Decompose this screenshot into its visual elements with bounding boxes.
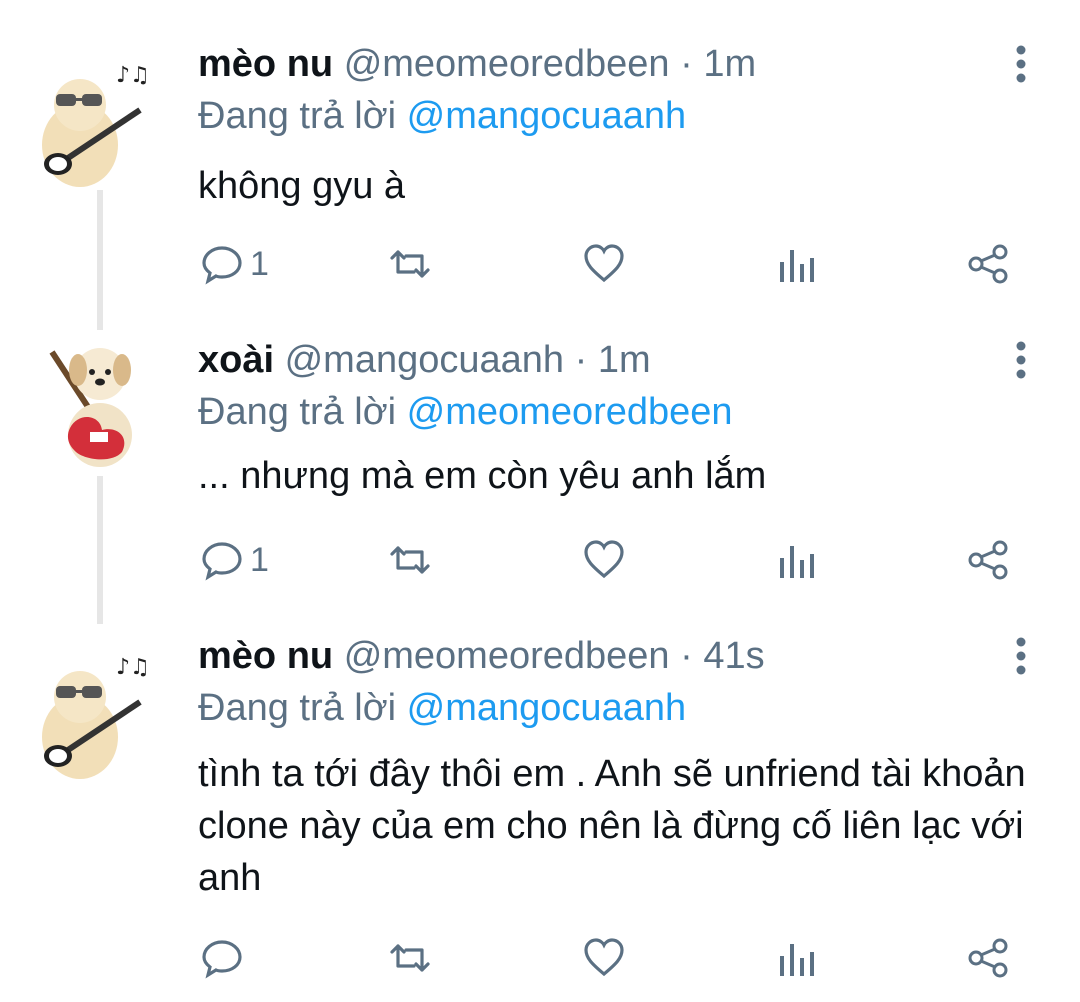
more-options-icon[interactable] (1006, 44, 1036, 84)
cat-guitar-avatar[interactable]: ♪♫ (30, 652, 170, 782)
replying-to-label: Đang trả lời (198, 687, 397, 729)
tweet-header: mèo nu @meomeoredbeen · 41s (198, 634, 765, 678)
retweet-icon (390, 944, 430, 972)
heart-icon (584, 244, 624, 283)
action-bar: 1 (198, 240, 1028, 288)
timestamp[interactable]: 1m (598, 339, 651, 381)
reply-icon (202, 940, 242, 979)
replying-to-label: Đang trả lời (198, 95, 397, 137)
more-options-icon[interactable] (1006, 636, 1036, 676)
mention-link[interactable]: @mangocuaanh (407, 95, 686, 137)
share-icon (968, 938, 1008, 978)
reply-button[interactable]: 1 (200, 536, 269, 584)
action-bar (198, 934, 1028, 982)
analytics-button[interactable] (776, 934, 820, 982)
heart-icon (584, 938, 624, 977)
share-button[interactable] (966, 536, 1010, 584)
svg-text:♪♫: ♪♫ (116, 63, 150, 88)
user-handle[interactable]: @mangocuaanh (285, 339, 564, 381)
analytics-icon (780, 944, 814, 976)
timestamp[interactable]: 1m (703, 43, 756, 85)
analytics-icon (780, 546, 814, 578)
tweet[interactable]: ♪♫ mèo nu @meomeoredbeen · 1m Đang trả l… (0, 0, 1080, 330)
timestamp[interactable]: 41s (703, 635, 764, 677)
like-button[interactable] (582, 934, 626, 982)
reply-icon (202, 542, 242, 581)
display-name[interactable]: mèo nu (198, 635, 333, 677)
like-button[interactable] (582, 536, 626, 584)
svg-text:♪♫: ♪♫ (116, 655, 150, 680)
replying-to: Đang trả lời @mangocuaanh (198, 686, 686, 730)
user-handle[interactable]: @meomeoredbeen (344, 43, 670, 85)
separator-dot: · (680, 43, 693, 85)
share-icon (968, 540, 1008, 580)
tweet-text: không gyu à (198, 165, 406, 207)
retweet-button[interactable] (388, 536, 432, 584)
share-button[interactable] (966, 934, 1010, 982)
retweet-icon (390, 546, 430, 574)
mention-link[interactable]: @mangocuaanh (407, 687, 686, 729)
tweet[interactable]: xoài @mangocuaanh · 1m Đang trả lời @meo… (0, 296, 1080, 624)
analytics-button[interactable] (776, 240, 820, 288)
tweet-text: ... nhưng mà em còn yêu anh lắm (198, 455, 767, 497)
puppy-guitar-avatar[interactable] (30, 340, 170, 470)
tweet[interactable]: ♪♫ mèo nu @meomeoredbeen · 41s Đang trả … (0, 592, 1080, 1002)
reply-count: 1 (250, 244, 269, 283)
reply-icon (202, 246, 242, 285)
analytics-button[interactable] (776, 536, 820, 584)
reply-count: 1 (250, 540, 269, 579)
tweet-header: mèo nu @meomeoredbeen · 1m (198, 42, 756, 86)
reply-button[interactable]: 1 (200, 240, 269, 288)
user-handle[interactable]: @meomeoredbeen (344, 635, 670, 677)
heart-icon (584, 540, 624, 579)
analytics-icon (780, 250, 814, 282)
cat-guitar-avatar[interactable]: ♪♫ (30, 60, 170, 190)
reply-button[interactable] (200, 934, 250, 982)
display-name[interactable]: mèo nu (198, 43, 333, 85)
retweet-icon (390, 250, 430, 278)
share-button[interactable] (966, 240, 1010, 288)
separator-dot: · (574, 339, 588, 381)
retweet-button[interactable] (388, 934, 432, 982)
tweet-header: xoài @mangocuaanh · 1m (198, 338, 651, 382)
replying-to: Đang trả lời @mangocuaanh (198, 94, 686, 138)
tweet-text: tình ta tới đây thôi em . Anh sẽ unfrien… (198, 753, 1026, 899)
replying-to: Đang trả lời @meomeoredbeen (198, 390, 733, 434)
action-bar: 1 (198, 536, 1028, 584)
replying-to-label: Đang trả lời (198, 391, 397, 433)
mention-link[interactable]: @meomeoredbeen (407, 391, 733, 433)
display-name[interactable]: xoài (198, 339, 274, 381)
like-button[interactable] (582, 240, 626, 288)
more-options-icon[interactable] (1006, 340, 1036, 380)
retweet-button[interactable] (388, 240, 432, 288)
separator-dot: · (680, 635, 693, 677)
share-icon (968, 244, 1008, 284)
